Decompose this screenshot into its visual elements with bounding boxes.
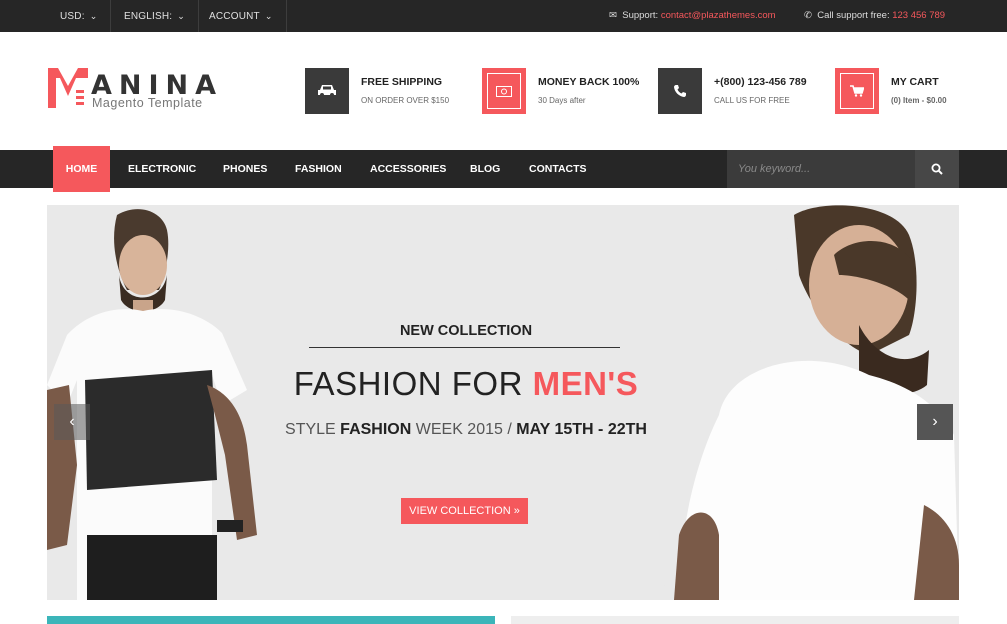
header: ANINA Magento Template FREE SHIPPING ON … (0, 32, 1007, 150)
phone-icon (658, 68, 702, 114)
feature-title: FREE SHIPPING (361, 76, 443, 88)
support-info: ✉ Support: contact@plazathemes.com (609, 0, 776, 32)
call-label: Call support free: (817, 10, 890, 21)
hero-slider: NEW COLLECTION FASHION FOR MEN'S STYLE F… (47, 205, 959, 600)
nav-item-phones[interactable]: PHONES (223, 150, 267, 188)
main-nav: HOME ELECTRONIC PHONES FASHION ACCESSORI… (0, 146, 1007, 192)
phone-small-icon: ✆ (804, 10, 812, 21)
feature-subtitle: CALL US FOR FREE (714, 96, 790, 105)
logo[interactable]: ANINA Magento Template (46, 66, 216, 114)
support-email-link[interactable]: contact@plazathemes.com (661, 10, 776, 21)
slider-next-button[interactable]: › (917, 404, 953, 440)
car-icon (305, 68, 349, 114)
call-info: ✆ Call support free: 123 456 789 (804, 0, 945, 32)
nav-item-blog[interactable]: BLOG (470, 150, 500, 188)
hero-divider (309, 347, 620, 348)
cart-icon (835, 68, 879, 114)
language-dropdown[interactable]: ENGLISH: ⌄ (111, 0, 200, 32)
account-label: ACCOUNT (209, 11, 260, 22)
search-input[interactable] (727, 150, 915, 188)
search-icon (931, 163, 943, 175)
promo-banner-right[interactable] (511, 616, 959, 624)
hero-sub-a: STYLE (285, 421, 341, 438)
nav-item-fashion[interactable]: FASHION (295, 150, 342, 188)
top-bar: USD: ⌄ ENGLISH: ⌄ ACCOUNT ⌄ ✉ Support: cont… (0, 0, 1007, 32)
hero-title-main: FASHION FOR (293, 365, 533, 402)
nav-item-electronic[interactable]: ELECTRONIC (128, 150, 196, 188)
logo-tagline: Magento Template (92, 96, 203, 110)
hero-subtitle: STYLE FASHION WEEK 2015 / MAY 15TH - 22T… (277, 421, 655, 439)
chevron-right-icon: › (932, 413, 938, 430)
nav-item-contacts[interactable]: CONTACTS (529, 150, 587, 188)
feature-title: MONEY BACK 100% (538, 76, 640, 88)
hero-sub-b: FASHION (340, 421, 412, 438)
search-bar (727, 150, 959, 188)
nav-item-accessories[interactable]: ACCESSORIES (370, 150, 446, 188)
cart-title: MY CART (891, 76, 939, 88)
chevron-down-icon: ⌄ (264, 11, 273, 21)
model-left-image (47, 205, 277, 600)
money-icon (482, 68, 526, 114)
language-label: ENGLISH: (124, 11, 173, 22)
hero-sub-c: WEEK 2015 / (411, 421, 517, 438)
logo-mark-icon (48, 68, 88, 108)
currency-label: USD: (60, 11, 85, 22)
chevron-left-icon: ‹ (69, 413, 75, 430)
chevron-down-icon: ⌄ (177, 11, 186, 21)
feature-subtitle: ON ORDER OVER $150 (361, 96, 450, 105)
envelope-icon: ✉ (609, 10, 617, 21)
support-label: Support: (622, 10, 659, 21)
feature-subtitle: 30 Days after (538, 96, 586, 105)
currency-dropdown[interactable]: USD: ⌄ (47, 0, 112, 32)
feature-title: +(800) 123-456 789 (714, 76, 807, 88)
promo-banner-left[interactable] (47, 616, 495, 624)
hero-kicker: NEW COLLECTION (399, 323, 533, 339)
hero-sub-d: MAY 15TH - 22TH (516, 421, 647, 438)
hero-title: FASHION FOR MEN'S (277, 365, 655, 403)
account-dropdown[interactable]: ACCOUNT ⌄ (196, 0, 287, 32)
slider-prev-button[interactable]: ‹ (54, 404, 90, 440)
nav-item-home[interactable]: HOME (53, 146, 110, 192)
call-number: 123 456 789 (892, 10, 946, 21)
hero-title-accent: MEN'S (532, 365, 639, 402)
cart-summary: (0) Item - $0.00 (891, 96, 947, 105)
view-collection-button[interactable]: VIEW COLLECTION » (401, 498, 528, 524)
chevron-down-icon: ⌄ (89, 11, 98, 21)
model-right-image (659, 205, 959, 600)
search-button[interactable] (915, 150, 959, 188)
